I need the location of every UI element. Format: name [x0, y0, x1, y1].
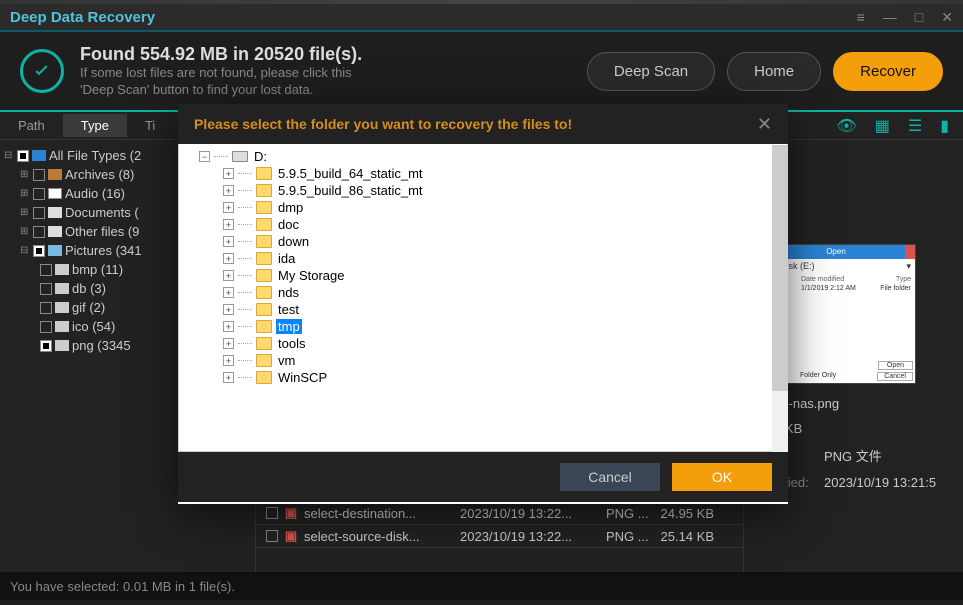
folder-item[interactable]: + ida — [189, 250, 777, 267]
expand-icon[interactable]: + — [223, 338, 234, 349]
folder-icon — [256, 303, 272, 316]
tab-time[interactable]: Ti — [127, 114, 173, 137]
folder-icon — [256, 337, 272, 350]
detail-modified: 2023/10/19 13:21:5 — [824, 475, 936, 490]
tree-root[interactable]: All File Types (2 — [49, 148, 141, 163]
tab-path[interactable]: Path — [0, 114, 63, 137]
status-bar: You have selected: 0.01 MB in 1 file(s). — [0, 572, 963, 600]
drive-label[interactable]: D: — [252, 149, 269, 164]
folder-label[interactable]: nds — [276, 285, 301, 300]
recover-button[interactable]: Recover — [833, 52, 943, 91]
folder-item[interactable]: + tmp — [189, 318, 777, 335]
folder-item[interactable]: + My Storage — [189, 267, 777, 284]
folder-item[interactable]: + nds — [189, 284, 777, 301]
tree-png[interactable]: png (3345 — [72, 338, 131, 353]
found-title: Found 554.92 MB in 20520 file(s). — [80, 44, 587, 65]
expand-icon[interactable]: + — [223, 355, 234, 366]
folder-icon — [256, 201, 272, 214]
tab-type[interactable]: Type — [63, 114, 127, 137]
expand-icon[interactable]: + — [223, 185, 234, 196]
detail-icon[interactable]: ▮ — [940, 116, 949, 136]
minimize-icon[interactable]: — — [883, 9, 897, 26]
folder-icon — [256, 184, 272, 197]
tree-db[interactable]: db (3) — [72, 281, 106, 296]
dialog-title: Please select the folder you want to rec… — [194, 116, 572, 132]
detail-type: PNG 文件 — [824, 446, 882, 465]
folder-item[interactable]: +5.9.5_build_64_static_mt — [189, 165, 777, 182]
folder-icon — [256, 320, 272, 333]
tree-gif[interactable]: gif (2) — [72, 300, 105, 315]
folder-icon — [256, 354, 272, 367]
expand-icon[interactable]: + — [223, 304, 234, 315]
folder-item[interactable]: + down — [189, 233, 777, 250]
expand-icon[interactable]: + — [223, 168, 234, 179]
cancel-button[interactable]: Cancel — [560, 463, 660, 491]
list-icon[interactable]: ☰ — [908, 116, 922, 136]
menu-icon[interactable]: ≡ — [857, 9, 865, 26]
expand-icon[interactable]: + — [223, 202, 234, 213]
folder-icon — [256, 371, 272, 384]
folder-label[interactable]: dmp — [276, 200, 305, 215]
preview-icon[interactable]: 👁 — [836, 116, 856, 136]
found-subtitle-2: 'Deep Scan' button to find your lost dat… — [80, 82, 587, 99]
expand-icon[interactable]: + — [223, 287, 234, 298]
folder-label[interactable]: ida — [276, 251, 297, 266]
tree-other[interactable]: Other files (9 — [65, 224, 139, 239]
app-title: Deep Data Recovery — [10, 9, 155, 26]
folder-icon — [256, 286, 272, 299]
tree-audio[interactable]: Audio (16) — [65, 186, 125, 201]
folder-item[interactable]: +5.9.5_build_86_static_mt — [189, 182, 777, 199]
folder-icon — [256, 218, 272, 231]
folder-label[interactable]: test — [276, 302, 301, 317]
file-table: ▣ select-destination... 2023/10/19 13:22… — [256, 502, 743, 548]
folder-label[interactable]: vm — [276, 353, 297, 368]
folder-label[interactable]: tmp — [276, 319, 302, 334]
folder-label[interactable]: tools — [276, 336, 307, 351]
dialog-close-icon[interactable]: ✕ — [757, 114, 772, 135]
folder-icon — [256, 269, 272, 282]
expand-icon[interactable]: + — [223, 236, 234, 247]
grid-icon[interactable]: ▦ — [875, 116, 890, 136]
folder-icon — [256, 252, 272, 265]
folder-item[interactable]: + test — [189, 301, 777, 318]
tree-pictures[interactable]: Pictures (341 — [65, 243, 142, 258]
folder-item[interactable]: + doc — [189, 216, 777, 233]
folder-select-dialog: Please select the folder you want to rec… — [178, 104, 788, 504]
ok-button[interactable]: OK — [672, 463, 772, 491]
expand-icon[interactable]: + — [223, 270, 234, 281]
folder-item[interactable]: + WinSCP — [189, 369, 777, 386]
folder-label[interactable]: 5.9.5_build_86_static_mt — [276, 183, 425, 198]
table-row[interactable]: ▣ select-source-disk... 2023/10/19 13:22… — [256, 525, 743, 548]
folder-label[interactable]: doc — [276, 217, 301, 232]
table-row[interactable]: ▣ select-destination... 2023/10/19 13:22… — [256, 502, 743, 525]
tree-ico[interactable]: ico (54) — [72, 319, 115, 334]
expand-icon[interactable]: + — [223, 253, 234, 264]
dialog-scrollbar[interactable] — [772, 145, 788, 452]
folder-icon — [256, 235, 272, 248]
found-subtitle-1: If some lost files are not found, please… — [80, 65, 587, 82]
tree-archives[interactable]: Archives (8) — [65, 167, 134, 182]
folder-label[interactable]: down — [276, 234, 311, 249]
close-icon[interactable]: ✕ — [941, 9, 953, 26]
expand-icon[interactable]: + — [223, 372, 234, 383]
deep-scan-button[interactable]: Deep Scan — [587, 52, 715, 91]
expand-icon[interactable]: + — [223, 219, 234, 230]
expand-icon[interactable]: + — [223, 321, 234, 332]
folder-item[interactable]: + vm — [189, 352, 777, 369]
folder-item[interactable]: + dmp — [189, 199, 777, 216]
tree-documents[interactable]: Documents ( — [65, 205, 139, 220]
folder-label[interactable]: WinSCP — [276, 370, 329, 385]
folder-item[interactable]: + tools — [189, 335, 777, 352]
folder-label[interactable]: 5.9.5_build_64_static_mt — [276, 166, 425, 181]
drive-icon — [232, 151, 248, 162]
tree-bmp[interactable]: bmp (11) — [72, 262, 123, 277]
folder-label[interactable]: My Storage — [276, 268, 346, 283]
expand-icon[interactable]: − — [199, 151, 210, 162]
home-button[interactable]: Home — [727, 52, 821, 91]
status-check-icon — [20, 49, 64, 93]
maximize-icon[interactable]: □ — [915, 9, 923, 26]
folder-icon — [256, 167, 272, 180]
